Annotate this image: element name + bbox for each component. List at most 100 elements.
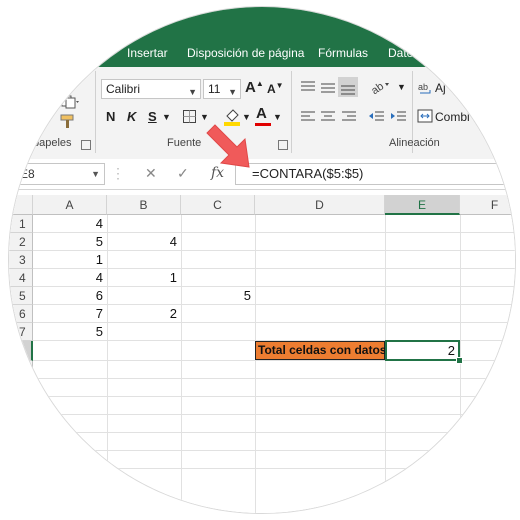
row-header-4[interactable]: 4 [9,269,33,287]
tab-insertar[interactable]: Insertar [127,46,168,60]
row-header-1[interactable]: 1 [9,215,33,233]
cell-b6[interactable]: 2 [107,305,181,323]
column-header-f[interactable]: F [460,195,515,215]
tab-datos[interactable]: Dato [388,46,413,60]
row-header-5[interactable]: 5 [9,287,33,305]
magnifier-circle: Insertar Disposición de página Fórmulas … [8,6,516,514]
group-label-font: Fuente [167,137,202,149]
fill-color-icon[interactable] [223,107,241,127]
text-orientation-icon[interactable]: ab [369,79,391,97]
insert-function-button[interactable]: fx [211,165,224,181]
grid-line [33,396,515,397]
grid-line [33,450,515,451]
font-color-button[interactable]: A [256,105,267,122]
enter-check-icon[interactable]: ✓ [177,165,189,182]
group-label-alignment: Alineación [389,137,440,149]
italic-button[interactable]: K [127,109,136,124]
cell-c5[interactable]: 5 [181,287,255,305]
chevron-down-icon[interactable]: ▼ [162,112,171,122]
ribbon-tab-bar: Insertar Disposición de página Fórmulas … [9,7,515,67]
grid-line [181,215,182,513]
cancel-icon[interactable]: ✕ [145,165,157,182]
select-all-corner[interactable] [9,195,33,215]
active-cell-e8[interactable]: 2 [385,340,460,361]
cell-a7[interactable]: 5 [33,323,107,341]
grid-line [460,215,461,513]
more-options-icon: ⋮ [111,165,125,181]
font-launcher-icon[interactable] [278,140,288,150]
name-box[interactable]: E8 ▼ [9,163,105,185]
cell-a1[interactable]: 4 [33,215,107,233]
font-name-select[interactable]: Calibri ▼ [101,79,201,99]
svg-text:ab: ab [369,80,386,95]
row-header-6[interactable]: 6 [9,305,33,323]
cell-a5[interactable]: 6 [33,287,107,305]
row-header-3[interactable]: 3 [9,251,33,269]
cell-b2[interactable]: 4 [107,233,181,251]
bold-button[interactable]: N [106,109,115,124]
cell-a2[interactable]: 5 [33,233,107,251]
grid-line [107,215,108,513]
format-painter-icon[interactable] [59,113,77,129]
column-header-e[interactable]: E [385,195,460,215]
align-middle-icon[interactable] [319,79,337,95]
copy-icon[interactable] [61,95,79,109]
borders-icon[interactable] [182,109,198,125]
column-header-b[interactable]: B [107,195,181,215]
align-bottom-icon[interactable] [338,77,358,97]
formula-value: =CONTARA($5:$5) [252,166,364,181]
merge-center-button[interactable]: Combi [435,110,470,124]
cell-a4[interactable]: 4 [33,269,107,287]
column-header-c[interactable]: C [181,195,255,215]
total-label-cell[interactable]: Total celdas con datos [255,341,386,360]
column-header-d[interactable]: D [255,195,385,215]
wrap-text-button[interactable]: Aj [435,81,446,95]
decrease-indent-icon[interactable] [367,109,385,125]
grid-line [33,414,515,415]
align-right-icon[interactable] [340,109,358,125]
chevron-down-icon[interactable]: ▼ [242,112,251,122]
row-header-2[interactable]: 2 [9,233,33,251]
row-header-7[interactable]: 7 [9,323,33,341]
svg-text:ab: ab [418,82,428,92]
grow-font-button[interactable]: A▲ [245,79,264,96]
fill-handle[interactable] [456,357,463,364]
underline-button[interactable]: S [148,109,157,124]
row-header-rest [9,361,33,513]
align-left-icon[interactable] [299,109,317,125]
chevron-down-icon: ▼ [91,169,100,179]
grid-line [255,215,256,513]
grid-line [385,215,386,513]
chevron-down-icon: ▼ [188,87,197,97]
cell-a6[interactable]: 7 [33,305,107,323]
font-size-select[interactable]: 11 ▼ [203,79,241,99]
shrink-font-button[interactable]: A▼ [267,81,284,96]
chevron-down-icon[interactable]: ▼ [397,82,406,92]
align-top-icon[interactable] [299,79,317,95]
clipboard-launcher-icon[interactable] [81,140,91,150]
grid-line [33,432,515,433]
tab-disposicion-pagina[interactable]: Disposición de página [187,46,304,60]
wrap-text-icon[interactable]: ab [418,81,434,97]
group-divider [291,71,292,153]
font-size-value: 11 [208,82,221,96]
excel-window: Insertar Disposición de página Fórmulas … [9,7,515,513]
column-header-a[interactable]: A [33,195,107,215]
row-header-8[interactable] [9,341,33,361]
formula-input[interactable]: =CONTARA($5:$5) [235,163,515,185]
align-center-icon[interactable] [319,109,337,125]
chevron-down-icon: ▼ [228,87,237,97]
tab-formulas[interactable]: Fórmulas [318,46,368,60]
merge-center-icon[interactable] [417,109,433,123]
grid-line [33,378,515,379]
chevron-down-icon[interactable]: ▼ [200,112,209,122]
increase-indent-icon[interactable] [389,109,407,125]
grid-line [33,468,515,469]
chevron-down-icon[interactable]: ▼ [273,112,282,122]
font-color-bar [255,123,271,126]
cell-a3[interactable]: 1 [33,251,107,269]
screenshot-stage: Insertar Disposición de página Fórmulas … [0,0,520,520]
cell-b4[interactable]: 1 [107,269,181,287]
group-divider [95,71,96,153]
font-name-value: Calibri [106,82,141,96]
